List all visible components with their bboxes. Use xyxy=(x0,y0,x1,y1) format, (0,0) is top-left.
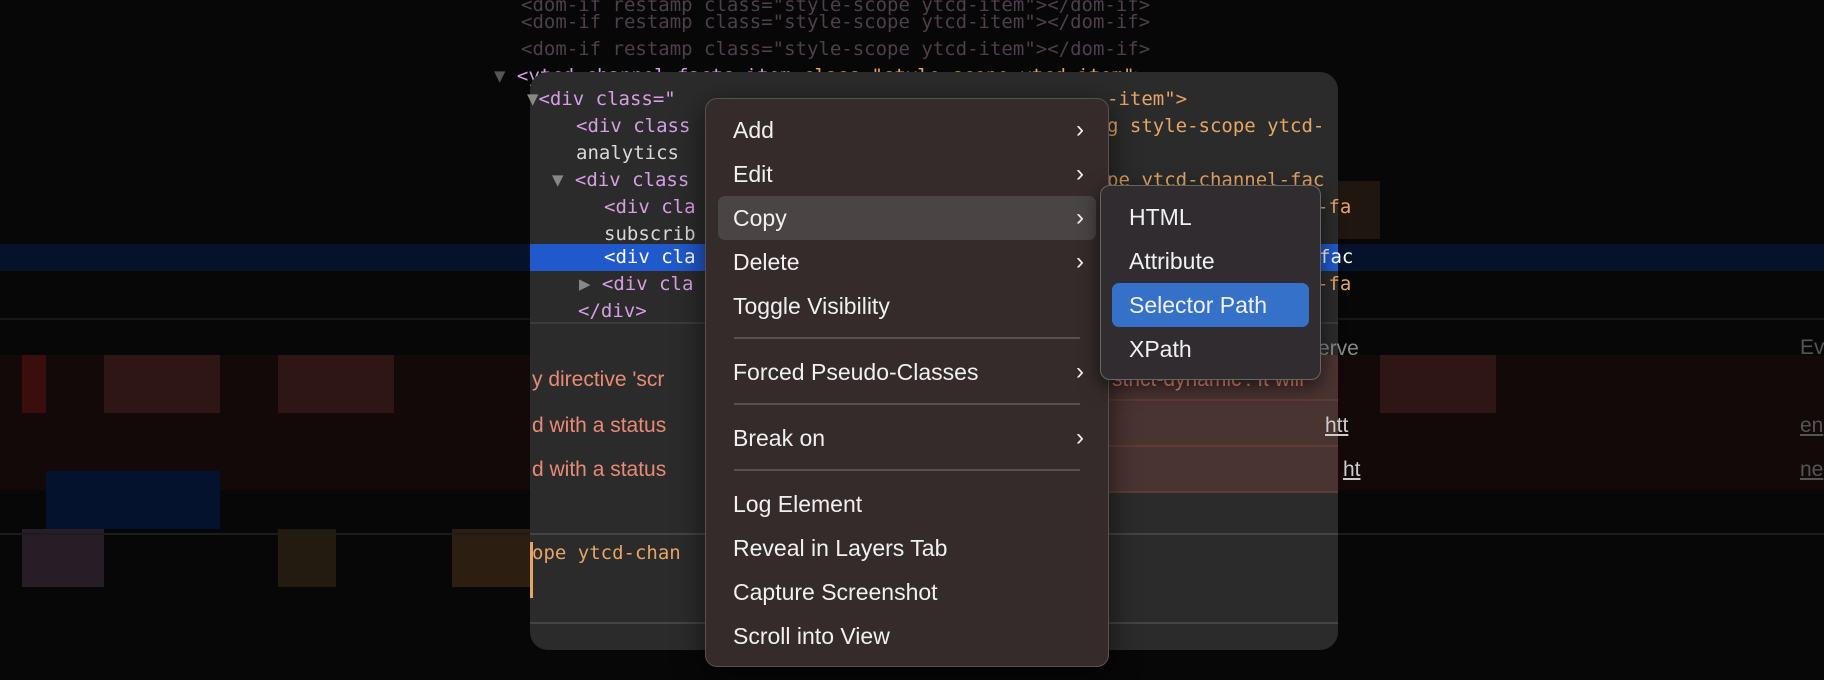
menu-item-log-element[interactable]: Log Element xyxy=(718,482,1096,526)
dom-line[interactable]: ▶ <div cla xyxy=(579,271,693,298)
console-fragment: Ev xyxy=(1800,336,1824,359)
dom-line[interactable]: ▼ <div class xyxy=(552,167,689,194)
chevron-right-icon: › xyxy=(1076,160,1084,187)
chevron-right-icon: › xyxy=(1076,204,1084,231)
chevron-right-icon: › xyxy=(1076,358,1084,385)
bg-block xyxy=(104,355,220,413)
menu-item-label: Forced Pseudo-Classes xyxy=(733,359,979,385)
console-message: d with a status xyxy=(532,414,667,437)
console-message: d with a status xyxy=(532,458,667,481)
dom-line[interactable]: <dom-if restamp class="style-scope ytcd-… xyxy=(521,36,1150,63)
submenu-item-label: HTML xyxy=(1129,204,1192,230)
console-fragment: ne xyxy=(1800,458,1824,481)
console-link[interactable]: htt xyxy=(1325,414,1348,438)
console-header-fragment: erve xyxy=(1318,337,1359,360)
menu-item-label: Delete xyxy=(733,249,800,275)
menu-item-label: Capture Screenshot xyxy=(733,579,938,605)
dom-line[interactable]: </div> xyxy=(578,298,647,325)
menu-item-reveal-in-layers-tab[interactable]: Reveal in Layers Tab xyxy=(718,526,1096,570)
bg-block xyxy=(46,471,220,529)
menu-separator xyxy=(734,403,1080,405)
dom-line-selected[interactable]: fac xyxy=(1319,244,1353,271)
menu-item-label: Edit xyxy=(733,161,773,187)
bg-block xyxy=(22,529,104,587)
submenu-item-selector-path[interactable]: Selector Path xyxy=(1112,283,1309,327)
bg-block xyxy=(452,529,532,587)
menu-item-break-on[interactable]: Break on › xyxy=(718,416,1096,460)
submenu-item-attribute[interactable]: Attribute xyxy=(1112,239,1309,283)
menu-item-delete[interactable]: Delete › xyxy=(718,240,1096,284)
dom-line[interactable]: g style-scope ytcd- xyxy=(1107,113,1324,140)
menu-item-edit[interactable]: Edit › xyxy=(718,152,1096,196)
menu-item-add[interactable]: Add › xyxy=(718,108,1096,152)
menu-item-toggle-visibility[interactable]: Toggle Visibility xyxy=(718,284,1096,328)
bg-block xyxy=(278,529,336,587)
menu-item-forced-pseudo-classes[interactable]: Forced Pseudo-Classes › xyxy=(718,350,1096,394)
copy-submenu: HTML Attribute Selector Path XPath xyxy=(1100,185,1321,380)
dom-line[interactable]: -item"> xyxy=(1107,86,1187,113)
menu-separator xyxy=(734,337,1080,339)
dom-line-selected[interactable]: <div cla xyxy=(604,244,696,271)
chevron-right-icon: › xyxy=(1076,116,1084,143)
dom-line[interactable]: -fa xyxy=(1317,194,1351,221)
submenu-item-html[interactable]: HTML xyxy=(1112,195,1309,239)
bg-block xyxy=(22,355,46,413)
chevron-right-icon: › xyxy=(1076,424,1084,451)
expand-triangle-icon[interactable]: ▶ xyxy=(579,273,602,295)
console-link[interactable]: ht xyxy=(1343,458,1361,482)
menu-item-scroll-into-view[interactable]: Scroll into View xyxy=(718,614,1096,658)
menu-item-label: Toggle Visibility xyxy=(733,293,890,319)
submenu-item-label: Attribute xyxy=(1129,248,1215,274)
submenu-item-label: Selector Path xyxy=(1129,292,1268,318)
console-fragment: en xyxy=(1800,414,1824,437)
bg-block xyxy=(1380,355,1496,413)
menu-item-label: Break on xyxy=(733,425,826,451)
menu-item-label: Add xyxy=(733,117,774,143)
context-menu: Add › Edit › Copy › Delete › Toggle Visibili… xyxy=(705,98,1109,667)
menu-separator xyxy=(734,469,1080,471)
dom-line[interactable]: ▼<div class=" xyxy=(527,86,676,113)
menu-item-label: Log Element xyxy=(733,491,863,517)
menu-item-label: Scroll into View xyxy=(733,623,890,649)
console-message: y directive 'scr xyxy=(532,368,665,391)
dom-line[interactable]: analytics xyxy=(576,140,679,167)
bg-block xyxy=(278,355,394,413)
menu-item-label: Copy xyxy=(733,205,787,231)
menu-item-copy[interactable]: Copy › xyxy=(718,196,1096,240)
dom-line[interactable]: <dom-if restamp class="style-scope ytcd-… xyxy=(521,9,1150,36)
console-input[interactable]: ope ytcd-chan xyxy=(532,540,681,567)
dom-line[interactable]: <div class xyxy=(576,113,690,140)
collapse-triangle-icon[interactable]: ▼ xyxy=(494,65,517,87)
menu-item-label: Reveal in Layers Tab xyxy=(733,535,948,561)
dom-line[interactable]: -fa xyxy=(1317,271,1351,298)
submenu-item-label: XPath xyxy=(1129,336,1192,362)
dom-line[interactable]: <div cla xyxy=(604,194,696,221)
chevron-right-icon: › xyxy=(1076,248,1084,275)
menu-item-capture-screenshot[interactable]: Capture Screenshot xyxy=(718,570,1096,614)
submenu-item-xpath[interactable]: XPath xyxy=(1112,327,1309,371)
